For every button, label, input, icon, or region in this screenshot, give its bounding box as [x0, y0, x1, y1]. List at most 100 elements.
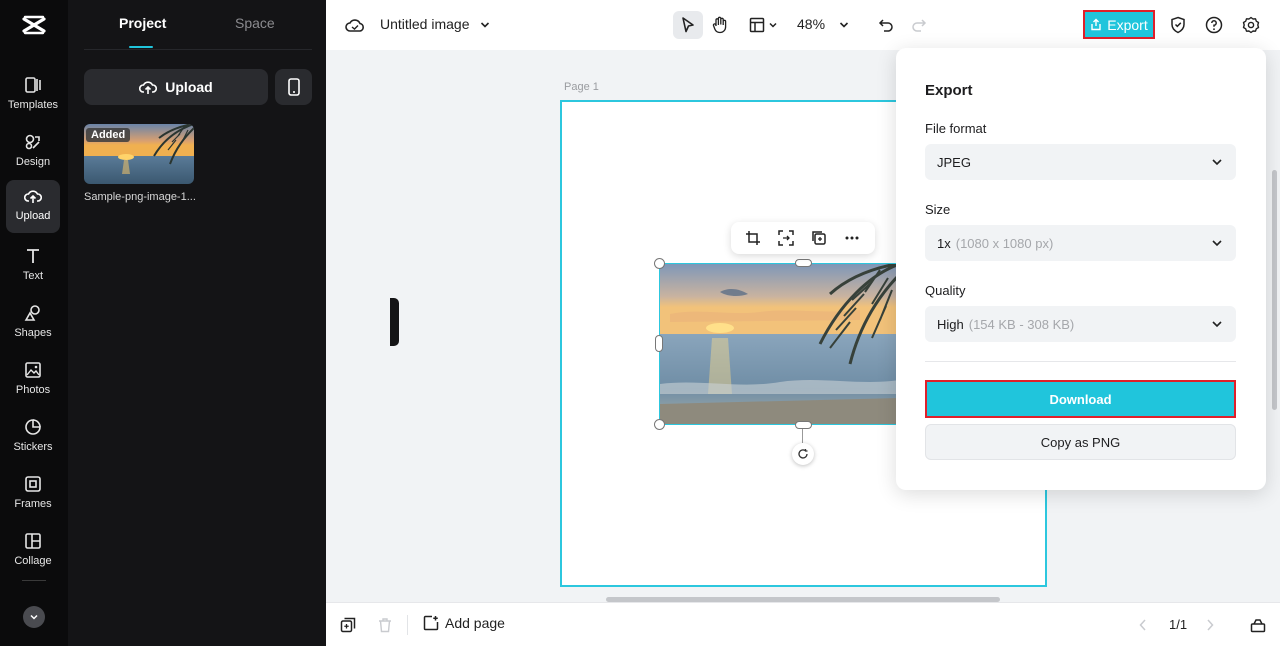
upload-from-phone-button[interactable]: [275, 69, 312, 105]
export-button[interactable]: Export: [1083, 10, 1155, 39]
add-page-icon: [423, 615, 439, 631]
collage-icon: [25, 533, 41, 549]
panel-collapse-handle[interactable]: [390, 298, 399, 346]
top-toolbar: Untitled image 48% Export: [326, 0, 1280, 50]
copy-as-png-button[interactable]: Copy as PNG: [925, 424, 1236, 460]
vertical-scrollbar[interactable]: [1272, 170, 1277, 410]
sidebar-item-photos[interactable]: Photos: [6, 354, 60, 406]
sidebar-item-design[interactable]: Design: [6, 126, 60, 178]
select-tool-button[interactable]: [676, 13, 700, 37]
templates-icon: [25, 77, 41, 93]
zoom-level[interactable]: 48%: [797, 16, 825, 32]
next-page-button[interactable]: [1198, 613, 1222, 637]
sidebar-item-label: Photos: [15, 384, 51, 396]
settings-button[interactable]: [1239, 13, 1263, 37]
document-title[interactable]: Untitled image: [380, 16, 470, 32]
chevron-right-icon: [1207, 619, 1214, 631]
added-badge: Added: [86, 128, 131, 142]
sidebar-item-templates[interactable]: Templates: [6, 69, 60, 121]
quality-value: High: [937, 316, 964, 332]
upload-button-label: Upload: [165, 79, 213, 95]
export-divider: [925, 361, 1236, 362]
size-select[interactable]: 1x (1080 x 1080 px): [925, 225, 1236, 261]
undo-icon: [878, 19, 893, 32]
layout-menu-button[interactable]: [762, 13, 784, 37]
beach-sunset-image: [660, 264, 898, 424]
resize-handle-bottom[interactable]: [795, 421, 812, 429]
redo-button[interactable]: [907, 13, 931, 37]
sidebar-item-shapes[interactable]: Shapes: [6, 297, 60, 349]
resize-handle-top[interactable]: [795, 259, 812, 267]
sidebar-item-label: Collage: [14, 555, 52, 567]
upload-cloud-icon: [139, 81, 158, 94]
cloud-sync-button[interactable]: [343, 13, 367, 37]
sidebar-item-stickers[interactable]: Stickers: [6, 411, 60, 463]
page-label: Page 1: [564, 81, 599, 93]
file-format-select[interactable]: JPEG: [925, 144, 1236, 180]
title-menu-button[interactable]: [473, 13, 497, 37]
tab-project[interactable]: Project: [119, 15, 166, 31]
delete-page-button[interactable]: [373, 613, 397, 637]
undo-button[interactable]: [874, 13, 898, 37]
chevron-down-icon: [1212, 321, 1222, 328]
quality-label: Quality: [925, 283, 966, 298]
active-tab-indicator: [129, 46, 153, 48]
page-counter: 1/1: [1169, 617, 1188, 632]
size-label: Size: [925, 202, 951, 217]
asset-filename: Sample-png-image-1...: [84, 191, 196, 203]
sidebar-item-label: Design: [15, 156, 51, 168]
crop-icon[interactable]: [745, 230, 761, 246]
capcut-logo[interactable]: [20, 11, 48, 39]
sidebar-item-collage[interactable]: Collage: [6, 525, 60, 577]
zoom-menu-button[interactable]: [832, 13, 856, 37]
replace-icon[interactable]: [778, 230, 794, 246]
add-page-button[interactable]: Add page: [423, 615, 505, 631]
resize-handle-top-left[interactable]: [654, 258, 665, 269]
previous-page-button[interactable]: [1131, 613, 1155, 637]
chevron-down-icon: [1212, 240, 1222, 247]
sidebar-item-label: Text: [22, 270, 44, 282]
bottom-divider: [407, 615, 408, 635]
add-page-label: Add page: [445, 615, 505, 631]
more-tools-button[interactable]: [23, 606, 45, 628]
sidebar-item-text[interactable]: Text: [6, 240, 60, 292]
duplicate-icon[interactable]: [811, 230, 827, 246]
duplicate-page-icon: [340, 617, 356, 633]
trash-icon: [379, 618, 391, 633]
hand-icon: [712, 16, 727, 34]
export-button-label: Export: [1107, 16, 1148, 33]
hand-tool-button[interactable]: [708, 13, 732, 37]
asset-thumbnail[interactable]: Added: [84, 124, 194, 184]
share-icon: [1091, 18, 1101, 31]
frames-icon: [25, 476, 41, 492]
resize-handle-left[interactable]: [655, 335, 663, 352]
stickers-icon: [25, 419, 41, 435]
export-panel-title: Export: [925, 82, 973, 99]
shield-icon: [1171, 16, 1185, 34]
help-icon: [1205, 16, 1223, 34]
quality-detail: (154 KB - 308 KB): [968, 316, 1075, 332]
rotate-handle[interactable]: [792, 443, 814, 465]
security-button[interactable]: [1166, 13, 1190, 37]
upload-panel: Project Space Upload Added Sample-png-im…: [68, 0, 399, 646]
more-options-icon[interactable]: [844, 230, 860, 246]
tab-space[interactable]: Space: [235, 15, 275, 31]
size-value: 1x: [937, 235, 951, 251]
duplicate-page-button[interactable]: [336, 613, 360, 637]
chevron-down-icon: [769, 22, 777, 28]
selected-image[interactable]: [659, 263, 899, 425]
file-format-label: File format: [925, 121, 987, 136]
pointer-icon: [682, 17, 694, 33]
tab-divider: [84, 49, 312, 50]
download-button[interactable]: Download: [925, 380, 1236, 418]
chevron-left-icon: [1139, 619, 1146, 631]
sidebar-item-upload[interactable]: Upload: [6, 180, 60, 233]
sidebar-item-frames[interactable]: Frames: [6, 468, 60, 520]
resize-handle-bottom-left[interactable]: [654, 419, 665, 430]
redo-icon: [912, 19, 927, 32]
pages-panel-button[interactable]: [1246, 613, 1270, 637]
upload-button[interactable]: Upload: [84, 69, 268, 105]
help-button[interactable]: [1202, 13, 1226, 37]
quality-select[interactable]: High (154 KB - 308 KB): [925, 306, 1236, 342]
sidebar-item-label: Templates: [7, 99, 59, 111]
